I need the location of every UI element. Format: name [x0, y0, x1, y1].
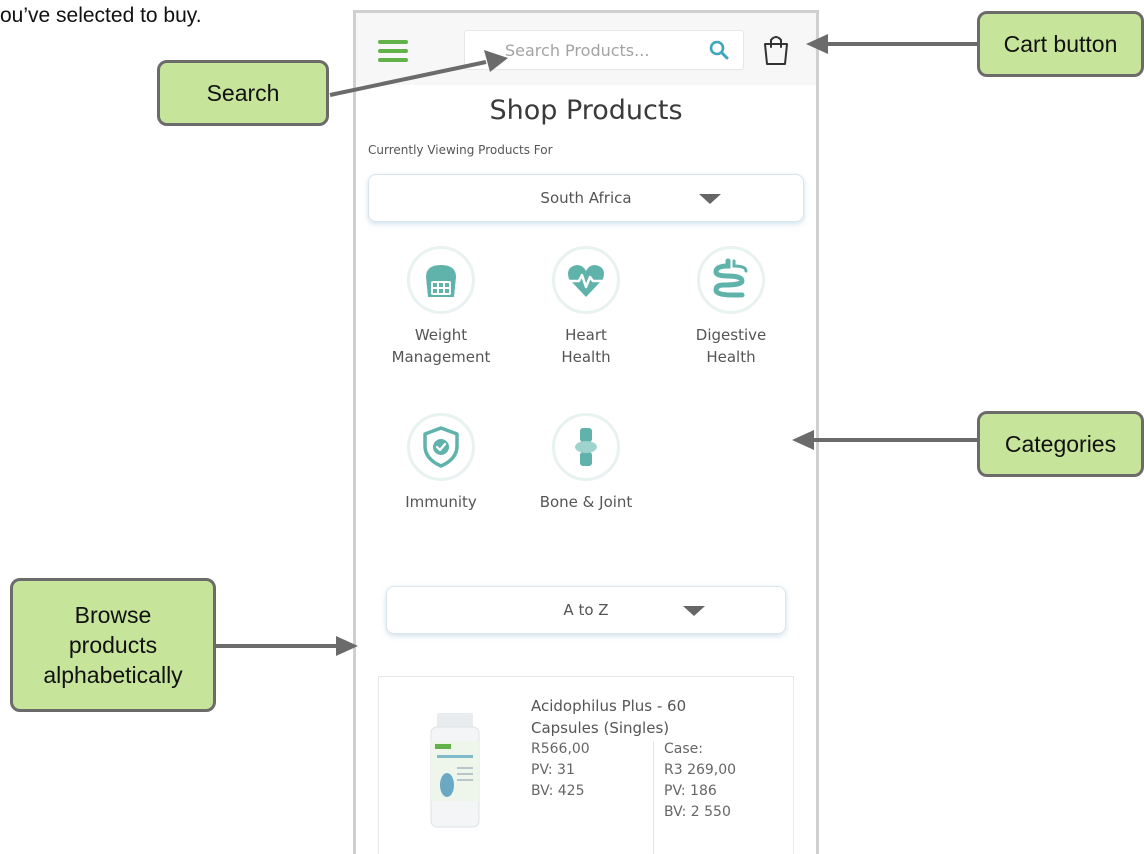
browse-arrow	[216, 636, 358, 656]
categories-arrow	[792, 430, 977, 450]
cart-callout: Cart button	[977, 11, 1144, 77]
cart-arrow	[806, 34, 977, 54]
search-arrow	[329, 50, 508, 97]
annotation-arrows	[216, 34, 977, 656]
search-callout: Search	[157, 60, 329, 126]
browse-callout: Browse products alphabetically	[10, 578, 216, 712]
categories-callout: Categories	[977, 411, 1144, 477]
